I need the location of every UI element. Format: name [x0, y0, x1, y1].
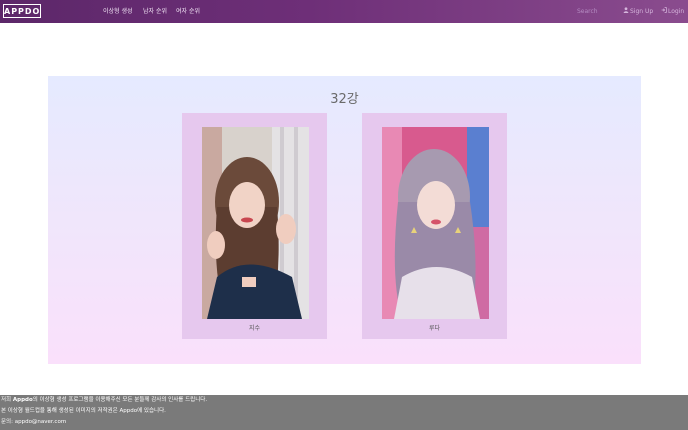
login-icon: [661, 0, 667, 23]
footer-brand: Appdo: [12, 397, 33, 403]
user-icon: [623, 0, 629, 23]
footer-contact: 문의: appdo@naver.com: [1, 419, 67, 425]
footer-thanks-suffix: 의 이상형 생성 프로그램을 이용해주신 모든 분들께 감사의 인사를 드립니다…: [32, 397, 208, 403]
candidate-card-right[interactable]: 루다: [362, 113, 507, 339]
candidate-photo-right[interactable]: [382, 127, 489, 319]
login-link[interactable]: Login: [661, 0, 684, 23]
footer-copyright: 본 이상형 월드컵을 통해 생성된 이미지의 저작권은 Appdo에 있습니다.: [1, 408, 166, 414]
signup-link[interactable]: Sign Up: [623, 0, 653, 23]
candidate-name-left: 지수: [248, 325, 261, 332]
footer-thanks: 저희 Appdo의 이상형 생성 프로그램을 이용해주신 모든 분들께 감사의 …: [1, 395, 688, 406]
candidate-photo-left[interactable]: [202, 127, 309, 319]
candidate-name-right: 루다: [428, 325, 441, 332]
top-navbar: APPDO 이상형 생성 남자 순위 여자 순위 Search Sign Up …: [0, 0, 688, 23]
footer-thanks-prefix: 저희: [1, 397, 13, 403]
signup-label: Sign Up: [630, 8, 654, 15]
footer: 저희 Appdo의 이상형 생성 프로그램을 이용해주신 모든 분들께 감사의 …: [0, 395, 688, 430]
login-label: Login: [668, 8, 685, 15]
candidate-card-left[interactable]: 지수: [182, 113, 327, 339]
worldcup-panel: 32강 지수 루다: [48, 76, 641, 364]
round-title: 32강: [330, 92, 359, 107]
nav-create-ideal[interactable]: 이상형 생성: [103, 0, 133, 23]
nav-male-ranking[interactable]: 남자 순위: [143, 0, 167, 23]
nav-female-ranking[interactable]: 여자 순위: [176, 0, 200, 23]
brand-logo[interactable]: APPDO: [3, 4, 41, 18]
search-input[interactable]: Search: [577, 0, 598, 23]
